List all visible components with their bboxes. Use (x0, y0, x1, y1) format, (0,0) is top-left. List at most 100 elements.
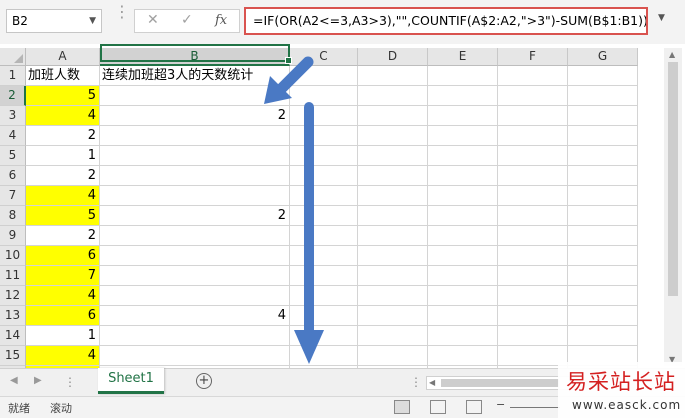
cell-f4[interactable] (498, 126, 568, 146)
column-header-c[interactable]: C (290, 48, 358, 66)
cell-d13[interactable] (358, 306, 428, 326)
tab-sheet1[interactable]: Sheet1 (98, 368, 164, 394)
cell-b9[interactable] (100, 226, 290, 246)
cell-c6[interactable] (290, 166, 358, 186)
cell-b11[interactable] (100, 266, 290, 286)
cell-e11[interactable] (428, 266, 498, 286)
column-header-g[interactable]: G (568, 48, 638, 66)
cell-f3[interactable] (498, 106, 568, 126)
name-box[interactable]: B2 ▼ (6, 9, 102, 33)
cell-d7[interactable] (358, 186, 428, 206)
insert-function-icon[interactable]: fx (215, 13, 227, 28)
cell-c15[interactable] (290, 346, 358, 366)
zoom-out-icon[interactable]: − (496, 398, 505, 411)
cell-g8[interactable] (568, 206, 638, 226)
cell-b8[interactable]: 2 (100, 206, 290, 226)
cell-e5[interactable] (428, 146, 498, 166)
next-sheet-icon[interactable]: ▶ (34, 375, 42, 386)
cell-b1[interactable]: 连续加班超3人的天数统计 (100, 66, 290, 86)
row-header-2[interactable]: 2 (0, 86, 26, 106)
cell-a12[interactable]: 4 (26, 286, 100, 306)
cell-c3[interactable] (290, 106, 358, 126)
cell-c12[interactable] (290, 286, 358, 306)
cell-e1[interactable] (428, 66, 498, 86)
cell-c8[interactable] (290, 206, 358, 226)
row-header-10[interactable]: 10 (0, 246, 26, 266)
column-header-a[interactable]: A (26, 48, 100, 66)
cell-c4[interactable] (290, 126, 358, 146)
cell-f8[interactable] (498, 206, 568, 226)
row-header-5[interactable]: 5 (0, 146, 26, 166)
vertical-scroll-thumb[interactable] (668, 62, 678, 296)
cell-g6[interactable] (568, 166, 638, 186)
chevron-down-icon[interactable]: ▼ (89, 10, 96, 32)
row-header-12[interactable]: 12 (0, 286, 26, 306)
cell-e10[interactable] (428, 246, 498, 266)
cell-c5[interactable] (290, 146, 358, 166)
cell-g3[interactable] (568, 106, 638, 126)
cell-a3[interactable]: 4 (26, 106, 100, 126)
cell-g7[interactable] (568, 186, 638, 206)
cell-d3[interactable] (358, 106, 428, 126)
row-header-13[interactable]: 13 (0, 306, 26, 326)
cell-b10[interactable] (100, 246, 290, 266)
row-header-7[interactable]: 7 (0, 186, 26, 206)
cell-a8[interactable]: 5 (26, 206, 100, 226)
column-header-f[interactable]: F (498, 48, 568, 66)
page-break-view-icon[interactable] (466, 400, 482, 414)
cell-e9[interactable] (428, 226, 498, 246)
cell-c2[interactable] (290, 86, 358, 106)
cell-b6[interactable] (100, 166, 290, 186)
cell-b2[interactable] (100, 86, 290, 106)
cell-e7[interactable] (428, 186, 498, 206)
cell-e15[interactable] (428, 346, 498, 366)
enter-icon[interactable]: ✓ (181, 12, 193, 28)
cell-d2[interactable] (358, 86, 428, 106)
cell-g1[interactable] (568, 66, 638, 86)
cell-f1[interactable] (498, 66, 568, 86)
cell-a2[interactable]: 5 (26, 86, 100, 106)
cell-f9[interactable] (498, 226, 568, 246)
hscroll-splitter-icon[interactable]: ⋮ (410, 375, 422, 389)
cell-g2[interactable] (568, 86, 638, 106)
cell-e8[interactable] (428, 206, 498, 226)
cell-f2[interactable] (498, 86, 568, 106)
prev-sheet-icon[interactable]: ◀ (10, 375, 18, 386)
cell-f5[interactable] (498, 146, 568, 166)
zoom-slider[interactable] (510, 407, 560, 408)
row-header-15[interactable]: 15 (0, 346, 26, 366)
cell-a6[interactable]: 2 (26, 166, 100, 186)
cell-g5[interactable] (568, 146, 638, 166)
horizontal-scroll-thumb[interactable] (441, 379, 559, 387)
cell-a13[interactable]: 6 (26, 306, 100, 326)
cell-e4[interactable] (428, 126, 498, 146)
cell-b13[interactable]: 4 (100, 306, 290, 326)
cell-g10[interactable] (568, 246, 638, 266)
cell-b5[interactable] (100, 146, 290, 166)
cell-e13[interactable] (428, 306, 498, 326)
page-layout-view-icon[interactable] (430, 400, 446, 414)
cell-d15[interactable] (358, 346, 428, 366)
cell-g9[interactable] (568, 226, 638, 246)
row-header-1[interactable]: 1 (0, 66, 26, 86)
cell-d1[interactable] (358, 66, 428, 86)
column-header-d[interactable]: D (358, 48, 428, 66)
cell-a11[interactable]: 7 (26, 266, 100, 286)
cell-g11[interactable] (568, 266, 638, 286)
cell-a15[interactable]: 4 (26, 346, 100, 366)
column-header-e[interactable]: E (428, 48, 498, 66)
row-header-3[interactable]: 3 (0, 106, 26, 126)
cell-c10[interactable] (290, 246, 358, 266)
cell-c14[interactable] (290, 326, 358, 346)
cell-f7[interactable] (498, 186, 568, 206)
drag-handle-icon[interactable]: ⋮ (114, 4, 130, 34)
cell-a1[interactable]: 加班人数 (26, 66, 100, 86)
cell-d5[interactable] (358, 146, 428, 166)
select-all-button[interactable] (0, 48, 26, 66)
cell-a7[interactable]: 4 (26, 186, 100, 206)
row-header-9[interactable]: 9 (0, 226, 26, 246)
cell-d9[interactable] (358, 226, 428, 246)
cancel-icon[interactable]: ✕ (147, 12, 159, 28)
row-header-4[interactable]: 4 (0, 126, 26, 146)
cell-c9[interactable] (290, 226, 358, 246)
